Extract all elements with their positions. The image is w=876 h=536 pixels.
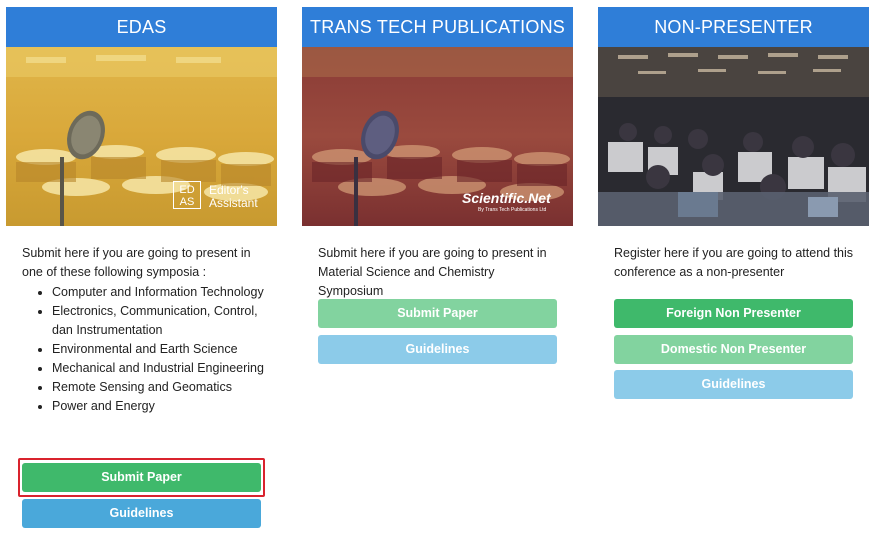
transtech-description-text: Submit here if you are going to present … (318, 246, 547, 298)
transtech-guidelines-button[interactable]: Guidelines (318, 335, 557, 364)
symposia-list: Computer and Information Technology Elec… (52, 283, 265, 416)
foreign-non-presenter-button[interactable]: Foreign Non Presenter (614, 299, 853, 328)
non-presenter-guidelines-button[interactable]: Guidelines (614, 370, 853, 399)
edas-submit-paper-button[interactable]: Submit Paper (22, 463, 261, 492)
list-item: Mechanical and Industrial Engineering (52, 359, 265, 378)
edas-card: EDAS ED AS Editor's Assistant Submit her… (6, 7, 277, 416)
non-presenter-audience-image (598, 47, 869, 226)
edas-conference-image: ED AS Editor's Assistant (6, 47, 277, 226)
scientific-net-logo: Scientific.Net (462, 190, 551, 206)
non-presenter-card: NON-PRESENTER Register here if you are g… (598, 7, 869, 282)
edas-logo-badge: ED AS (173, 181, 201, 209)
edas-card-title: EDAS (6, 7, 277, 47)
edas-description-text: Submit here if you are going to present … (22, 246, 251, 279)
list-item: Power and Energy (52, 397, 265, 416)
list-item: Environmental and Earth Science (52, 340, 265, 359)
non-presenter-description: Register here if you are going to attend… (598, 244, 869, 282)
transtech-description: Submit here if you are going to present … (302, 244, 573, 301)
domestic-non-presenter-button[interactable]: Domestic Non Presenter (614, 335, 853, 364)
audience-photo (598, 47, 869, 226)
scientific-net-subtitle: By Trans Tech Publications Ltd (478, 207, 547, 213)
transtech-card: TRANS TECH PUBLICATIONS Scientific.Net B… (302, 7, 573, 301)
edas-logo-text: Editor's Assistant (209, 184, 258, 210)
edas-logo-line2: Assistant (209, 196, 258, 210)
list-item: Computer and Information Technology (52, 283, 265, 302)
transtech-card-title: TRANS TECH PUBLICATIONS (302, 7, 573, 47)
list-item: Electronics, Communication, Control, dan… (52, 302, 265, 340)
edas-description: Submit here if you are going to present … (6, 244, 277, 416)
non-presenter-description-text: Register here if you are going to attend… (614, 246, 854, 279)
non-presenter-card-title: NON-PRESENTER (598, 7, 869, 47)
transtech-submit-paper-button[interactable]: Submit Paper (318, 299, 557, 328)
edas-guidelines-button[interactable]: Guidelines (22, 499, 261, 528)
list-item: Remote Sensing and Geomatics (52, 378, 265, 397)
transtech-conference-image: Scientific.Net By Trans Tech Publication… (302, 47, 573, 226)
